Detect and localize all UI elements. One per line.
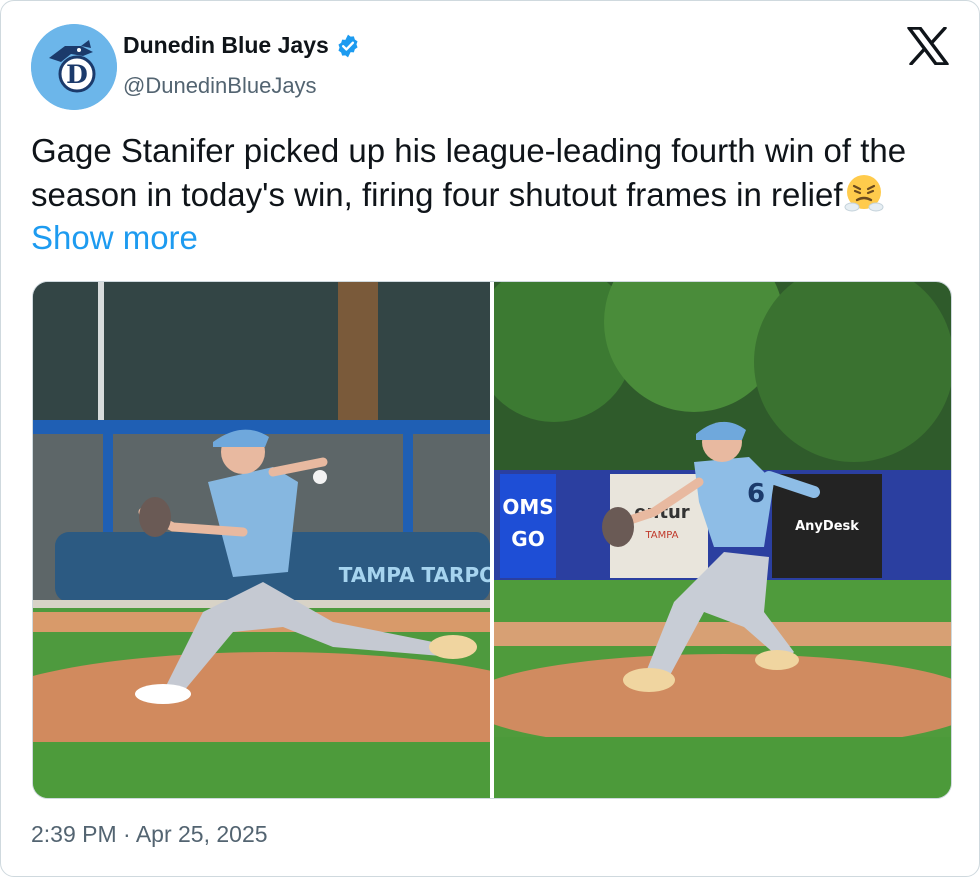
sign-oms: OMS (502, 495, 553, 519)
jersey-number: 6 (747, 479, 765, 509)
face-with-steam-from-nose-icon (844, 175, 884, 212)
sign-go: GO (511, 527, 544, 551)
photo-right[interactable]: OMS GO entur TAMPA AnyDesk 6 (494, 282, 951, 798)
x-logo-icon[interactable] (907, 27, 949, 65)
sign-anydesk: AnyDesk (795, 519, 859, 534)
tweet-text: Gage Stanifer picked up his league-leadi… (31, 129, 951, 259)
svg-text:D: D (66, 60, 88, 89)
banner-text: TAMPA TARPONS (339, 563, 490, 587)
tweet-body: Gage Stanifer picked up his league-leadi… (31, 132, 907, 213)
photo-left[interactable]: TAMPA TARPONS (33, 282, 490, 798)
account-handle[interactable]: @DunedinBlueJays (123, 73, 317, 99)
media-grid[interactable]: TAMPA TARPONS OMS GO (32, 281, 952, 799)
account-name[interactable]: Dunedin Blue Jays (123, 32, 329, 59)
sign-center-sub: TAMPA (644, 530, 678, 541)
verified-badge-icon (338, 34, 358, 57)
tweet-card[interactable]: D Dunedin Blue Jays @DunedinBlueJays Gag… (0, 0, 980, 877)
tweet-timestamp[interactable]: 2:39 PM · Apr 25, 2025 (31, 821, 268, 848)
avatar[interactable]: D (31, 24, 117, 110)
show-more-link[interactable]: Show more (31, 219, 198, 256)
blue-jay-logo-icon: D (31, 24, 117, 110)
